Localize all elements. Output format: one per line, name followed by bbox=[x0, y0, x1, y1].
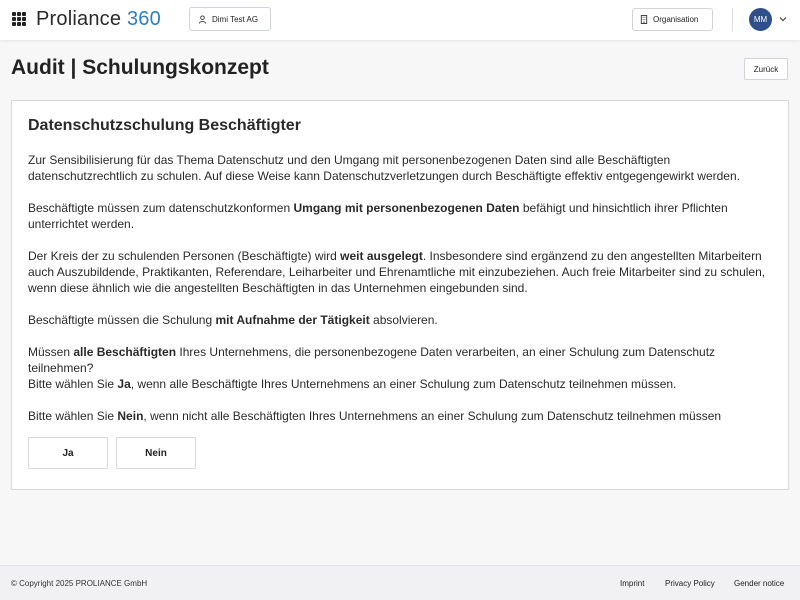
handling-paragraph: Beschäftigte müssen zum datenschutzkonfo… bbox=[28, 201, 728, 231]
intro-paragraph: Zur Sensibilisierung für das Thema Daten… bbox=[28, 153, 740, 183]
timing-paragraph: Beschäftigte müssen die Schulung mit Auf… bbox=[28, 313, 438, 327]
scope-paragraph: Der Kreis der zu schulenden Personen (Be… bbox=[28, 249, 766, 295]
building-icon bbox=[640, 15, 648, 24]
avatar-initials: MM bbox=[753, 15, 768, 24]
back-button[interactable]: Zurück bbox=[744, 58, 788, 80]
page-title: Audit | Schulungskonzept bbox=[11, 56, 269, 79]
tenant-label: Dimi Test AG bbox=[212, 14, 259, 24]
tenant-button[interactable]: Dimi Test AG bbox=[189, 7, 271, 31]
privacy-policy-link[interactable]: Privacy Policy bbox=[665, 579, 715, 588]
imprint-link[interactable]: Imprint bbox=[620, 579, 644, 588]
yes-button[interactable]: Ja bbox=[28, 437, 108, 469]
no-button[interactable]: Nein bbox=[116, 437, 196, 469]
avatar[interactable]: MM bbox=[749, 8, 772, 31]
brand-logo[interactable]: Proliance 360 bbox=[36, 8, 161, 30]
footer: © Copyright 2025 PROLIANCE GmbH Imprint … bbox=[0, 565, 800, 600]
header-divider bbox=[732, 8, 733, 32]
yes-hint-paragraph: Bitte wählen Sie Ja, wenn alle Beschäfti… bbox=[28, 377, 677, 391]
apps-grid-icon[interactable] bbox=[12, 12, 26, 26]
question-paragraph: Müssen alle Beschäftigten Ihres Unterneh… bbox=[28, 345, 716, 375]
gender-notice-link[interactable]: Gender notice bbox=[734, 579, 784, 588]
organisation-label: Organisation bbox=[653, 15, 699, 24]
organisation-button[interactable]: Organisation bbox=[632, 8, 713, 31]
top-bar: Proliance 360 Dimi Test AG Organisation … bbox=[0, 0, 800, 40]
copyright-text: © Copyright 2025 PROLIANCE GmbH bbox=[11, 579, 148, 588]
brand-number: 360 bbox=[126, 8, 161, 30]
chevron-down-icon[interactable] bbox=[777, 13, 789, 25]
card-heading: Datenschutzschulung Beschäftigter bbox=[28, 117, 301, 134]
brand-name: Proliance bbox=[36, 8, 122, 30]
question-card: Datenschutzschulung Beschäftigter Zur Se… bbox=[11, 100, 789, 490]
user-icon bbox=[198, 14, 207, 24]
no-hint-paragraph: Bitte wählen Sie Nein, wenn nicht alle B… bbox=[28, 409, 722, 423]
